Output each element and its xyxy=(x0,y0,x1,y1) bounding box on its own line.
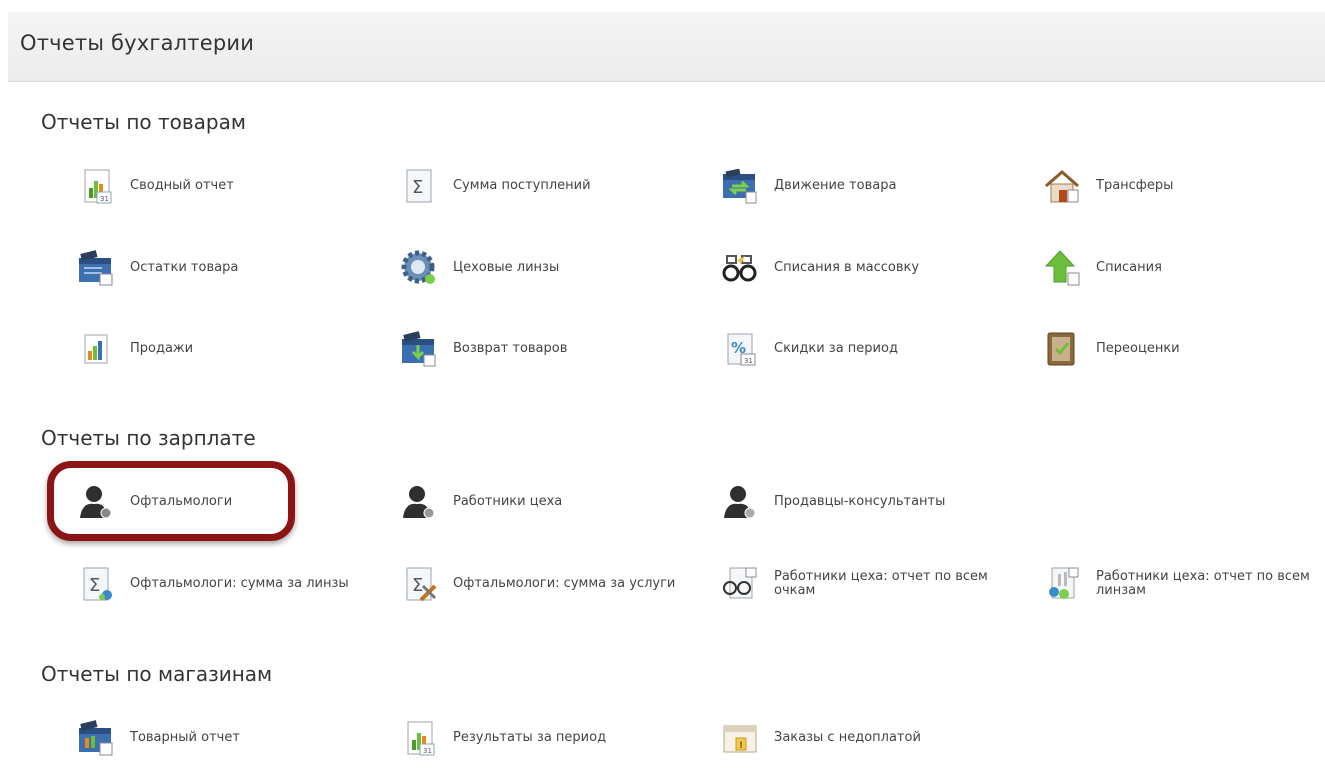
report-label: Списания в массовку xyxy=(774,260,920,275)
report-sales[interactable]: Продажи xyxy=(74,323,374,375)
report-label: Офтальмологи xyxy=(130,494,233,509)
report-writeoffs[interactable]: Списания xyxy=(1040,242,1325,294)
report-goods-movement[interactable]: Движение товара xyxy=(718,160,1018,212)
report-store-goods[interactable]: Товарный отчет xyxy=(74,712,374,764)
report-bulk-writeoffs[interactable]: Списания в массовку xyxy=(718,242,1018,294)
report-label: Результаты за период xyxy=(453,730,607,745)
store-report-icon xyxy=(74,716,118,760)
report-label: Движение товара xyxy=(774,178,897,193)
report-label: Скидки за период xyxy=(774,341,898,356)
section-title-salary: Отчеты по зарплате xyxy=(41,426,256,450)
svg-text:31: 31 xyxy=(744,357,753,365)
report-goods-return[interactable]: Возврат товаров xyxy=(397,323,697,375)
goods-return-icon xyxy=(397,327,441,371)
person-icon xyxy=(74,480,118,524)
goods-movement-icon xyxy=(718,164,762,208)
report-label: Работники цеха: отчет по всем очкам xyxy=(774,569,988,598)
report-summary[interactable]: 31 Сводный отчет xyxy=(74,160,374,212)
report-ophthalmologists-services-sum[interactable]: Σ Офтальмологи: сумма за услуги xyxy=(397,558,697,610)
discount-icon: % 31 xyxy=(718,327,762,371)
svg-text:Σ: Σ xyxy=(89,575,100,596)
report-label: Офтальмологи: сумма за линзы xyxy=(130,576,349,591)
underpaid-orders-icon: ! xyxy=(718,716,762,760)
report-label: Переоценки xyxy=(1096,341,1180,356)
report-period-results[interactable]: 31 Результаты за период xyxy=(397,712,697,764)
report-label: Трансферы xyxy=(1096,178,1174,193)
report-underpaid-orders[interactable]: ! Заказы с недоплатой xyxy=(718,712,1018,764)
report-label: Сумма поступлений xyxy=(453,178,591,193)
report-ophthalmologists[interactable]: Офтальмологи xyxy=(74,476,374,528)
report-label: Списания xyxy=(1096,260,1162,275)
report-goods-stock[interactable]: Остатки товара xyxy=(74,242,374,294)
sigma-lens-icon: Σ xyxy=(74,562,118,606)
svg-text:Σ: Σ xyxy=(412,177,423,198)
transfer-house-icon xyxy=(1040,164,1084,208)
period-results-icon: 31 xyxy=(397,716,441,760)
report-sales-consultants[interactable]: Продавцы-консультанты xyxy=(718,476,1018,528)
section-title-stores: Отчеты по магазинам xyxy=(41,662,273,686)
svg-text:!: ! xyxy=(739,741,743,751)
report-label: Продавцы-консультанты xyxy=(774,494,946,509)
glasses-doc-icon xyxy=(718,562,762,606)
report-transfers[interactable]: Трансферы xyxy=(1040,160,1325,212)
report-label: Остатки товара xyxy=(130,260,239,275)
report-workshop-lenses[interactable]: Цеховые линзы xyxy=(397,242,697,294)
glasses-icon xyxy=(718,246,762,290)
report-ophthalmologists-lenses-sum[interactable]: Σ Офтальмологи: сумма за линзы xyxy=(74,558,374,610)
sales-chart-icon xyxy=(74,327,118,371)
report-income-sum[interactable]: Σ Сумма поступлений xyxy=(397,160,697,212)
summary-report-icon: 31 xyxy=(74,164,118,208)
svg-text:Σ: Σ xyxy=(412,575,423,596)
sigma-tools-icon: Σ xyxy=(397,562,441,606)
revaluation-icon xyxy=(1040,327,1084,371)
gear-icon xyxy=(397,246,441,290)
report-label: Цеховые линзы xyxy=(453,260,560,275)
page-title: Отчеты бухгалтерии xyxy=(20,31,255,55)
report-revaluations[interactable]: Переоценки xyxy=(1040,323,1325,375)
sigma-icon: Σ xyxy=(397,164,441,208)
report-label: Офтальмологи: сумма за услуги xyxy=(453,576,676,591)
goods-stock-icon xyxy=(74,246,118,290)
report-label: Продажи xyxy=(130,341,194,356)
report-period-discounts[interactable]: % 31 Скидки за период xyxy=(718,323,1018,375)
report-workshop-all-glasses[interactable]: Работники цеха: отчет по всем очкам xyxy=(718,558,1018,610)
report-workshop-all-lenses[interactable]: Работники цеха: отчет по всем линзам xyxy=(1040,558,1325,610)
report-label: Возврат товаров xyxy=(453,341,568,356)
page-header: Отчеты бухгалтерии xyxy=(8,12,1325,82)
report-label: Сводный отчет xyxy=(130,178,234,193)
report-label: Работники цеха: отчет по всем линзам xyxy=(1096,569,1310,598)
lenses-doc-icon xyxy=(1040,562,1084,606)
person-icon xyxy=(397,480,441,524)
report-label: Заказы с недоплатой xyxy=(774,730,921,745)
report-workshop-workers[interactable]: Работники цеха xyxy=(397,476,697,528)
accounting-reports-page: Отчеты бухгалтерии Отчеты по товарам 31 … xyxy=(0,0,1325,773)
report-label: Работники цеха xyxy=(453,494,563,509)
svg-text:31: 31 xyxy=(100,195,109,203)
person-icon xyxy=(718,480,762,524)
section-title-goods: Отчеты по товарам xyxy=(41,110,246,134)
svg-text:31: 31 xyxy=(423,747,432,755)
arrow-up-icon xyxy=(1040,246,1084,290)
report-label: Товарный отчет xyxy=(130,730,240,745)
